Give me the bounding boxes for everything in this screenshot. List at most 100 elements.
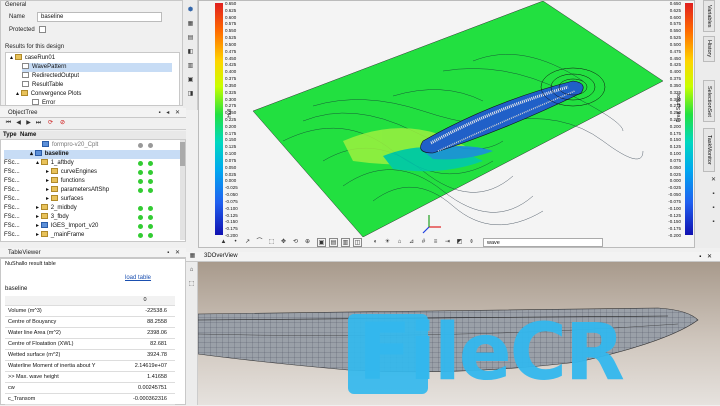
tree-row[interactable]: FSc... ▸ surfaces xyxy=(4,195,182,204)
layer-icon[interactable]: ◩ xyxy=(455,238,464,247)
tree-row[interactable]: FSc... ▸ _mainFrame xyxy=(4,231,182,240)
toolbar-icon[interactable]: ◧ xyxy=(186,48,195,57)
scale-label: 0.625 xyxy=(669,7,681,13)
scale-label: 0.275 xyxy=(669,103,681,109)
results-item-wavepattern[interactable]: WavePattern xyxy=(22,63,172,72)
results-item-error[interactable]: Error xyxy=(32,99,55,108)
scale-label: -0.075 xyxy=(225,198,238,204)
load-table-link[interactable]: load table xyxy=(125,275,151,281)
column-name[interactable]: Name xyxy=(20,132,36,138)
toolbar-icon[interactable]: ◨ xyxy=(186,90,195,99)
result-combo-value: wave xyxy=(487,240,500,246)
dock-close-icon[interactable]: ✕ xyxy=(709,176,718,185)
tree-name: 2_midbdy xyxy=(50,205,77,211)
tab-history[interactable]: History xyxy=(703,36,715,62)
toolbar-icon[interactable]: ▥ xyxy=(186,62,195,71)
table-row[interactable]: Waterline Moment of inertia about Y 2.146… xyxy=(5,362,175,372)
camera-icon[interactable]: ⌂ xyxy=(395,238,404,247)
table-row[interactable]: >> Max. wave height 1.41658 xyxy=(5,373,175,383)
nav-back-icon[interactable]: ◀ xyxy=(14,119,23,128)
toolbar-icon[interactable]: ⬚ xyxy=(187,280,196,289)
toolbar-icon[interactable]: ⌂ xyxy=(187,266,196,275)
dock-icon[interactable]: ▪ xyxy=(709,190,718,199)
tree-row[interactable]: FSc... ▸ functions xyxy=(4,177,182,186)
tree-row[interactable]: FSc... ▸ curveEngines xyxy=(4,168,182,177)
export-icon[interactable]: ⇥ xyxy=(443,238,452,247)
nav-last-icon[interactable]: ⏭ xyxy=(34,119,43,128)
tree-row[interactable]: formpro-v20_Cplt xyxy=(4,141,182,150)
lighting-icon[interactable]: ☀ xyxy=(383,238,392,247)
pan-icon[interactable]: ✥ xyxy=(279,238,288,247)
panel-controls-icon[interactable]: ▪ ✕ xyxy=(699,253,714,260)
tree-name: curveEngines xyxy=(60,169,98,175)
refresh-icon[interactable]: ⟳ xyxy=(46,119,55,128)
panel-controls-icon[interactable]: ▪ ✕ xyxy=(167,248,182,258)
name-input[interactable]: baseline xyxy=(37,12,162,22)
wireframe-icon[interactable]: ⌒ xyxy=(255,238,264,247)
tree-row[interactable]: FSc... ▸ parametersAftShp xyxy=(4,186,182,195)
overview-view[interactable]: FileCR xyxy=(198,262,720,405)
tree-row[interactable]: FSc... ▴ 1_aftbdy xyxy=(4,159,182,168)
toolbar-icon[interactable]: ▣ xyxy=(186,76,195,85)
scale-label: 0.000 xyxy=(225,178,237,184)
nav-first-icon[interactable]: ⏮ xyxy=(4,119,13,128)
status-dot-icon xyxy=(148,206,153,211)
select-icon[interactable]: ▲ xyxy=(219,238,228,247)
wave-view[interactable]: Hull 0.650 0.625 0.600 0.575 0.550 0.525 0.500… xyxy=(198,0,695,248)
table-row[interactable]: Water line Area (m^2) 2398.06 xyxy=(5,329,175,339)
dock-icon[interactable]: ▪ xyxy=(709,204,718,213)
shading-icon[interactable]: ◐ xyxy=(371,238,380,247)
toolbar-icon[interactable]: ▦ xyxy=(186,20,195,29)
toolbar-icon[interactable]: ▦ xyxy=(188,252,197,261)
tab-taskmonitor[interactable]: TaskMonitor xyxy=(703,128,715,172)
folder-icon xyxy=(50,186,58,192)
point-icon[interactable]: • xyxy=(231,238,240,247)
measure-icon[interactable]: ⊿ xyxy=(407,238,416,247)
wave-scene[interactable] xyxy=(243,1,663,237)
tree-row[interactable]: FSc... ▸ 3_fbdy xyxy=(4,213,182,222)
tree-row[interactable]: FSc... ▸ 2_midbdy xyxy=(4,204,182,213)
table-row[interactable]: cw 0.00245751 xyxy=(5,384,175,394)
grid-icon[interactable]: # xyxy=(419,238,428,247)
toolbar-icon[interactable]: ▤ xyxy=(186,34,195,43)
view-top-icon[interactable]: ▥ xyxy=(341,238,350,247)
result-combo[interactable]: wave xyxy=(483,238,603,247)
stop-icon[interactable]: ⊘ xyxy=(58,119,67,128)
rotate-icon[interactable]: ⟲ xyxy=(291,238,300,247)
view-front-icon[interactable]: ▣ xyxy=(317,238,326,247)
fit-icon[interactable]: ⬚ xyxy=(267,238,276,247)
scale-label: 0.550 xyxy=(225,28,237,34)
status-dot-icon xyxy=(138,179,143,184)
tree-row[interactable]: ▴ baseline xyxy=(4,150,182,159)
legend-icon[interactable]: ≡ xyxy=(431,238,440,247)
nav-forward-icon[interactable]: ▶ xyxy=(24,119,33,128)
dock-icon[interactable]: ▪ xyxy=(709,218,718,227)
tree-scrollbar[interactable] xyxy=(180,140,185,240)
watermark-logo: FileCR xyxy=(348,308,698,398)
results-item-redirectedoutput[interactable]: RedirectedOutput xyxy=(22,72,79,81)
view-toolbar: ▲ • ↗ ⌒ ⬚ ✥ ⟲ ⊕ ▣ ▤ ▥ ◫ ◐ ☀ ⌂ ⊿ # ≡ ⇥ ◩ … xyxy=(219,238,679,248)
tab-variables[interactable]: Variables xyxy=(703,0,715,32)
filter-icon[interactable]: ⌽ xyxy=(467,238,476,247)
table-row[interactable]: c_Transom -0.000362316 xyxy=(5,395,175,405)
panel-controls-icon[interactable]: ▪ ◂ ✕ xyxy=(159,108,183,118)
plane-icon[interactable]: ↗ xyxy=(243,238,252,247)
toolbar-icon[interactable]: ⬢ xyxy=(186,6,195,15)
protected-checkbox[interactable] xyxy=(39,26,46,33)
table-row[interactable]: Volume (m^3) -22538.6 xyxy=(5,307,175,317)
results-item-resulttable[interactable]: ResultTable xyxy=(22,81,63,90)
row-value: -22538.6 xyxy=(145,308,167,314)
tree-row[interactable]: FSc... ▸ IGES_Import_v20 xyxy=(4,222,182,231)
view-side-icon[interactable]: ▤ xyxy=(329,238,338,247)
table-row[interactable]: Centre of Floatation (XWL) 82.681 xyxy=(5,340,175,350)
table-row[interactable]: Wetted surface (m^2) 3924.78 xyxy=(5,351,175,361)
tab-selectionset[interactable]: SelectionSet xyxy=(703,80,715,122)
results-item-convergence[interactable]: ▴ Convergence Plots xyxy=(16,90,81,99)
table-row[interactable]: Centre of Bouyancy 88.2558 xyxy=(5,318,175,328)
scale-label: 0.600 xyxy=(669,14,681,20)
view-iso-icon[interactable]: ◫ xyxy=(353,238,362,247)
column-type[interactable]: Type xyxy=(3,132,17,138)
results-item-caserun[interactable]: ▴ caseRun01 xyxy=(10,54,55,63)
tree-label: Convergence Plots xyxy=(30,91,82,97)
zoom-icon[interactable]: ⊕ xyxy=(303,238,312,247)
